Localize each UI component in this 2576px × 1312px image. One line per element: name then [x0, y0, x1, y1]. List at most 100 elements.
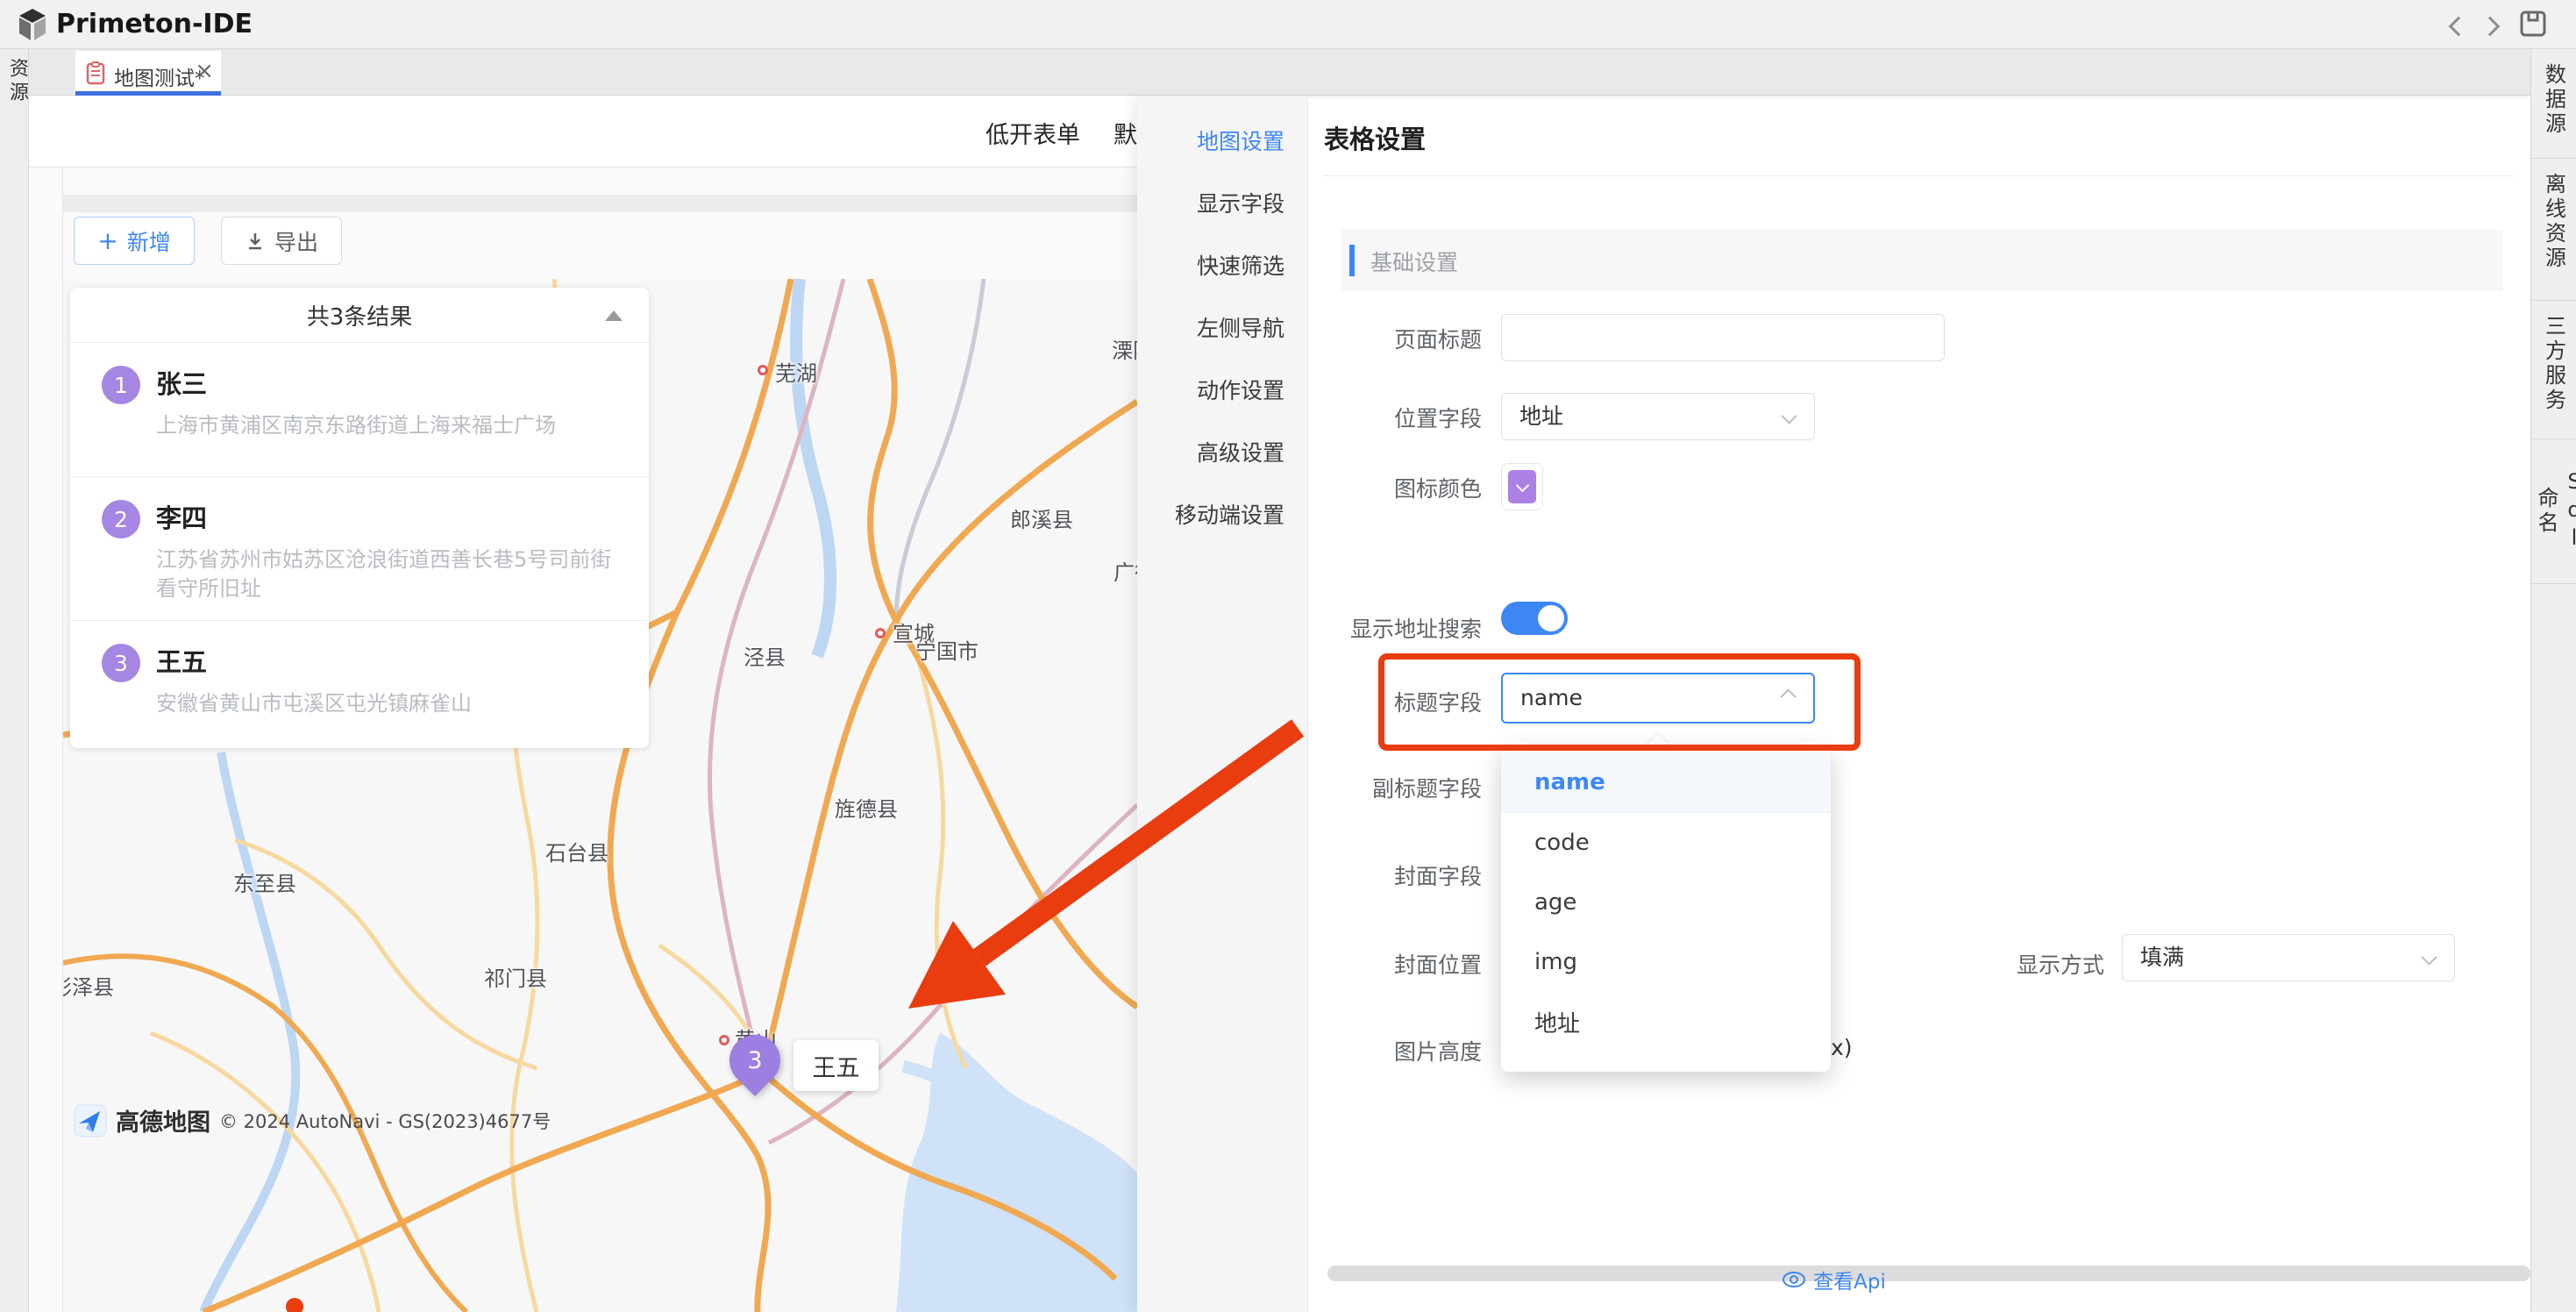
settings-panel: 地图设置 显示字段 快速筛选 左侧导航 动作设置 高级设置 移动端设置 表格设置…: [1137, 98, 2530, 1312]
map-label-jingde: 旌德县: [835, 792, 898, 823]
app-header: Primeton-IDE: [0, 0, 2576, 49]
section-accent-bar: [1349, 245, 1355, 276]
label-address-search: 显示地址搜索: [1207, 612, 1482, 644]
nav-map-settings[interactable]: 地图设置: [1137, 111, 1307, 173]
map-label-wuhu: 芜湖: [775, 356, 817, 387]
item-name: 李四: [156, 477, 649, 535]
label-cover-field: 封面字段: [1207, 859, 1482, 891]
eye-icon: [1782, 1271, 1806, 1288]
map-attribution: 高德地图 © 2024 AutoNavi - GS(2023)4677号: [74, 1103, 551, 1137]
rail-item-third-party-services[interactable]: 三方服务: [2531, 301, 2576, 439]
map-label-langxi: 郎溪县: [1010, 503, 1073, 533]
rail-item-datasource[interactable]: 数据源: [2531, 49, 2576, 159]
map-marker-label[interactable]: 王五: [793, 1040, 879, 1091]
panel-divider: [1324, 175, 2513, 176]
save-icon[interactable]: [2518, 9, 2548, 39]
city-dot: [758, 365, 768, 375]
annotation-red-dot: [286, 1298, 303, 1312]
item-address: 上海市黄浦区南京东路街道上海来福士广场: [156, 411, 630, 440]
city-dot: [875, 628, 886, 638]
dropdown-option-address[interactable]: 地址: [1501, 992, 1831, 1052]
title-field-dropdown: name code age img 地址: [1501, 747, 1831, 1072]
item-address: 江苏省苏州市姑苏区沧浪街道西善长巷5号司前街看守所旧址: [156, 545, 630, 603]
label-image-height: 图片高度: [1207, 1035, 1482, 1066]
app-logo-icon: [14, 6, 51, 43]
panel-title: 表格设置: [1324, 119, 1426, 156]
toolbar-lowcode-form[interactable]: 低开表单: [986, 116, 1080, 150]
app-window: Primeton-IDE 资源 数据源 离线资源 三方服务 命名Sql 地图测试…: [0, 0, 2576, 1312]
rail-item-named-sql[interactable]: 命名Sql: [2531, 439, 2576, 584]
map-label-pengze: 彭泽县: [63, 970, 114, 1001]
amap-logo-icon: [74, 1104, 107, 1137]
results-card: 共3条结果 1 张三 上海市黄浦区南京东路街道上海来福士广场 2 李四 江苏省苏…: [70, 288, 649, 748]
collapse-icon[interactable]: [605, 310, 623, 321]
list-item[interactable]: 1 张三 上海市黄浦区南京东路街道上海来福士广场: [70, 343, 649, 477]
item-number-badge: 2: [102, 500, 140, 538]
list-item[interactable]: 2 李四 江苏省苏州市姑苏区沧浪街道西善长巷5号司前街看守所旧址: [70, 477, 649, 621]
nav-quick-filter[interactable]: 快速筛选: [1137, 235, 1307, 297]
display-mode-select[interactable]: 填满: [2122, 934, 2455, 981]
map-label-shitai: 石台县: [545, 836, 608, 866]
city-dot: [719, 1035, 729, 1045]
item-name: 王五: [156, 621, 649, 679]
map-label-qimen: 祁门县: [484, 961, 547, 992]
download-icon: [245, 231, 266, 252]
address-search-toggle[interactable]: [1501, 602, 1568, 635]
left-rail-resources[interactable]: 资源: [3, 58, 31, 105]
tab-active-underline: [75, 91, 221, 96]
chevron-up-icon: [1780, 688, 1796, 704]
dropdown-option-age[interactable]: age: [1501, 873, 1831, 932]
map-brand: 高德地图: [116, 1103, 210, 1137]
item-number-badge: 3: [102, 644, 140, 682]
image-height-unit-fragment: x): [1831, 1035, 1853, 1060]
document-icon: [86, 61, 105, 85]
label-cover-position: 封面位置: [1207, 948, 1482, 980]
tab-close-icon[interactable]: ×: [195, 60, 214, 82]
chevron-down-icon: [2421, 949, 2437, 965]
map-label-jingxian: 泾县: [744, 640, 786, 671]
map-label-ningguo: 宁国市: [915, 634, 978, 665]
item-address: 安徽省黄山市屯溪区屯光镇麻雀山: [156, 689, 630, 718]
marker-number: 3: [729, 1035, 780, 1086]
dropdown-option-img[interactable]: img: [1501, 932, 1831, 992]
results-header: 共3条结果: [70, 288, 649, 343]
page-toolbar: 低开表单 默认: [29, 95, 1137, 168]
item-number-badge: 1: [102, 366, 140, 404]
toggle-knob: [1538, 605, 1564, 631]
label-page-title: 页面标题: [1207, 323, 1482, 354]
dropdown-option-name[interactable]: name: [1501, 752, 1831, 813]
dropdown-option-code[interactable]: code: [1501, 813, 1831, 873]
page-title-input[interactable]: [1501, 314, 1945, 361]
map-marker-pin[interactable]: 3: [719, 1024, 791, 1096]
label-title-field: 标题字段: [1207, 686, 1482, 717]
editor-tab-bar: 地图测试* ×: [28, 49, 2530, 96]
right-rail: 数据源 离线资源 三方服务 命名Sql: [2530, 49, 2576, 1312]
item-name: 张三: [156, 343, 649, 401]
plus-icon: +: [97, 229, 117, 253]
nav-display-fields[interactable]: 显示字段: [1137, 173, 1307, 235]
title-field-select[interactable]: name: [1501, 673, 1815, 724]
left-rail: 资源: [0, 49, 29, 1312]
map-label-liyang: 溧阳: [1112, 333, 1137, 364]
color-swatch: [1508, 470, 1536, 503]
label-display-mode: 显示方式: [1929, 948, 2104, 980]
tab-label: 地图测试*: [114, 61, 205, 91]
export-button[interactable]: 导出: [221, 217, 342, 265]
tab-map-test[interactable]: 地图测试* ×: [75, 51, 221, 95]
chevron-down-icon: [1781, 408, 1797, 424]
list-item[interactable]: 3 王五 安徽省黄山市屯溪区屯光镇麻雀山: [70, 621, 649, 748]
history-forward-icon[interactable]: [2480, 12, 2506, 39]
icon-color-picker[interactable]: [1501, 463, 1543, 510]
view-api-link[interactable]: 查看Api: [1137, 1265, 2530, 1294]
result-count: 共3条结果: [307, 299, 413, 332]
label-subtitle-field: 副标题字段: [1207, 772, 1482, 803]
map-copyright: © 2024 AutoNavi - GS(2023)4677号: [219, 1108, 551, 1134]
app-title: Primeton-IDE: [56, 0, 253, 48]
map-label-dongzhi: 东至县: [233, 866, 296, 897]
chevron-down-icon: [1515, 478, 1529, 492]
add-button[interactable]: + 新增: [74, 217, 195, 265]
location-field-select[interactable]: 地址: [1501, 393, 1815, 440]
label-location-field: 位置字段: [1207, 402, 1482, 433]
rail-item-offline-resources[interactable]: 离线资源: [2531, 159, 2576, 301]
history-back-icon[interactable]: [2443, 12, 2469, 39]
